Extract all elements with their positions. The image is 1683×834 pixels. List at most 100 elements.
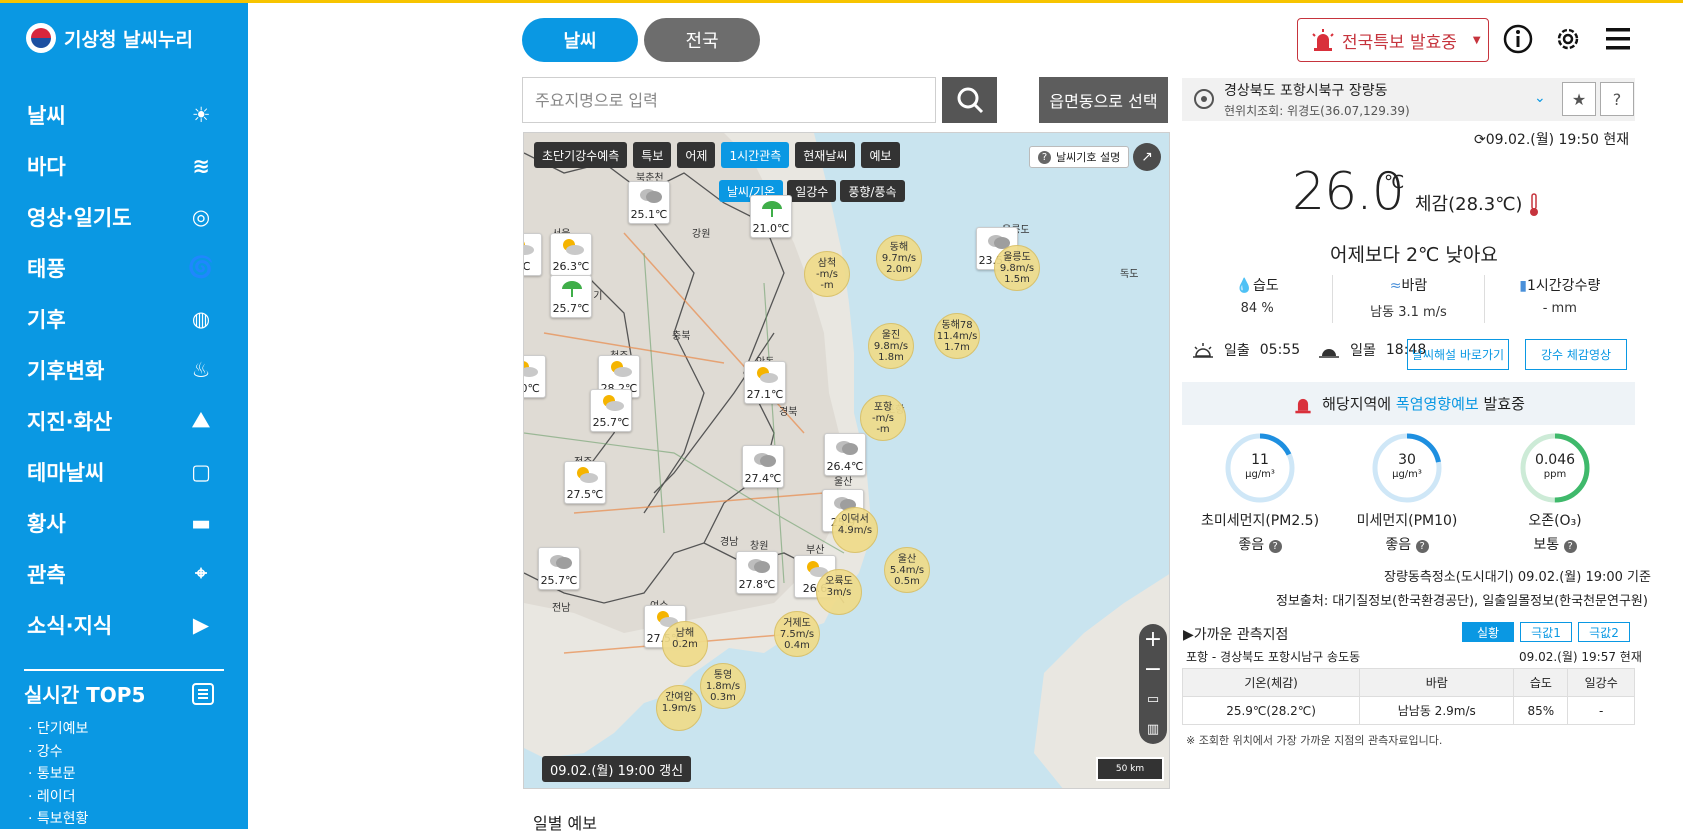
nearby-note: ※ 조회한 위치에서 가장 가까운 지점의 관측자료입니다. (1186, 734, 1443, 747)
sea-station[interactable]: 울릉도 9.8m/s 1.5m (994, 245, 1040, 291)
brand-name: 기상청 날씨누리 (64, 28, 193, 51)
question-icon[interactable]: ? (1415, 540, 1429, 553)
question-icon[interactable]: ? (1268, 540, 1282, 553)
map-tab[interactable]: 현재날씨 (795, 142, 856, 168)
sidebar-item-0[interactable]: 날씨 ☀ (0, 89, 248, 140)
nearby-tab[interactable]: 실황 (1462, 622, 1514, 642)
current-time: ⟳09.02.(월) 19:50 현재 (1474, 132, 1630, 148)
air-gauge[interactable]: 30 μg/m³ 미세먼지(PM10) 좋음 ? (1337, 432, 1477, 554)
weather-explain-button[interactable]: 날씨해설 바로가기 (1407, 339, 1509, 370)
nationwide-alert-button[interactable]: 전국특보 발효중 ▼ (1297, 18, 1489, 62)
sea-station[interactable]: 남해 0.2m (662, 621, 708, 667)
map-subtab[interactable]: 일강수 (787, 180, 837, 202)
map-tab[interactable]: 1시간관측 (721, 142, 790, 168)
cloudy-icon (833, 437, 859, 457)
sidebar-item-2[interactable]: 영상·일기도 ◎ (0, 191, 248, 242)
sea-station[interactable]: 동해 9.7m/s 2.0m (876, 235, 922, 281)
weather-map[interactable]: 초단기강수예측 특보 어제 1시간관측 현재날씨 예보 날씨/기온 일강수 풍향/풍속 ? 날… (523, 132, 1170, 789)
top5-header[interactable]: 실시간 TOP5 (24, 679, 224, 708)
rain-video-button[interactable]: 강수 체감영상 (1525, 339, 1627, 370)
top5-item[interactable]: 레이더 (24, 786, 224, 809)
sidebar-item-9[interactable]: 관측 ⌖ (0, 548, 248, 599)
nearby-tab[interactable]: 극값2 (1578, 622, 1630, 642)
tab-nation[interactable]: 전국 (644, 18, 760, 62)
air-gauge[interactable]: 11 μg/m³ 초미세먼지(PM2.5) 좋음 ? (1190, 432, 1330, 554)
sea-station[interactable]: 오륙도 3m/s (816, 569, 862, 615)
map-tab[interactable]: 특보 (633, 142, 672, 168)
yesterday-compare: 어제보다 2℃ 낮아요 (1330, 244, 1498, 266)
station-temp: 27.4℃ (744, 472, 782, 485)
hamburger-menu-icon[interactable] (1601, 22, 1635, 56)
sea-station[interactable]: 통영 1.8m/s 0.3m (700, 663, 746, 709)
search-input[interactable] (522, 77, 936, 123)
sea-station[interactable]: 울진 9.8m/s 1.8m (868, 323, 914, 369)
refresh-icon[interactable]: ⟳ (1474, 132, 1486, 148)
sea-station[interactable]: 동해78 11.4m/s 1.7m (934, 313, 980, 359)
question-icon[interactable]: ? (1563, 540, 1577, 553)
sea-station[interactable]: 삼척 -m/s -m (804, 251, 850, 297)
land-station[interactable]: 21.0℃ (750, 195, 792, 238)
land-station[interactable]: 25.7℃ (550, 275, 592, 318)
ruler-icon[interactable]: ▭ (1139, 684, 1167, 714)
sidebar-item-3[interactable]: 태풍 🌀 (0, 242, 248, 293)
sidebar-item-1[interactable]: 바다 ≋ (0, 140, 248, 191)
target-location-icon[interactable] (1194, 89, 1214, 109)
land-station[interactable]: 5.0℃ (524, 355, 546, 398)
land-station[interactable]: 1℃ (524, 233, 542, 276)
tab-weather[interactable]: 날씨 (522, 18, 638, 62)
map-tab[interactable]: 어제 (677, 142, 716, 168)
map-tab[interactable]: 예보 (861, 142, 900, 168)
zoom-out-button[interactable]: − (1139, 654, 1167, 684)
region-select-button[interactable]: 읍면동으로 선택 (1039, 77, 1168, 123)
sea-station-name: 오륙도 (825, 576, 853, 587)
zoom-in-button[interactable]: + (1139, 624, 1167, 654)
sidebar-item-7[interactable]: 테마날씨 ▢ (0, 446, 248, 497)
land-station[interactable]: 27.4℃ (742, 445, 784, 488)
map-subtab[interactable]: 풍향/풍속 (840, 180, 905, 202)
sea-station[interactable]: 울산 5.4m/s 0.5m (884, 547, 930, 593)
legend-button[interactable]: ? 날씨기호 설명 (1029, 146, 1130, 168)
sea-station[interactable]: 거제도 7.5m/s 0.4m (774, 611, 820, 657)
map-tab[interactable]: 초단기강수예측 (534, 142, 628, 168)
nearby-tab[interactable]: 극값1 (1520, 622, 1572, 642)
chevron-down-icon[interactable]: ⌄ (1534, 90, 1546, 106)
top5-item[interactable]: 특보현황 (24, 808, 224, 831)
droplet-icon: 💧 (1235, 278, 1253, 294)
location-bar[interactable]: 경상북도 포항시북구 장량동 현위치조회: 위경도(36.07,129.39) … (1182, 78, 1635, 121)
land-station[interactable]: 25.7℃ (538, 547, 580, 590)
rain-icon (759, 199, 785, 219)
land-station[interactable]: 25.7℃ (590, 389, 632, 432)
sea-station[interactable]: 이덕서 4.9m/s (832, 507, 878, 553)
help-question-icon[interactable]: ? (1600, 82, 1634, 116)
heat-alert-banner[interactable]: 해당지역에 폭염영향예보 발효중 (1182, 382, 1635, 425)
top5-item[interactable]: 통보문 (24, 763, 224, 786)
search-button[interactable] (942, 77, 997, 123)
land-station[interactable]: 27.1℃ (744, 361, 786, 404)
brand-logo[interactable]: 기상청 날씨누리 (26, 23, 193, 53)
info-icon[interactable] (1501, 22, 1535, 56)
top5-item[interactable]: 강수 (24, 741, 224, 764)
sidebar-item-8[interactable]: 황사 ▬ (0, 497, 248, 548)
sea-station[interactable]: 포항 -m/s -m (860, 395, 906, 441)
external-link-icon[interactable]: ↗ (1133, 143, 1161, 171)
layers-icon[interactable]: ▥ (1139, 714, 1167, 744)
rain-gauge-icon: ▮ (1519, 278, 1528, 294)
land-station[interactable]: 27.8℃ (736, 551, 778, 594)
gauge-unit: ppm (1543, 469, 1567, 480)
sidebar-item-4[interactable]: 기후 ◍ (0, 293, 248, 344)
air-gauge[interactable]: 0.046 ppm 오존(O₃) 보통 ? (1485, 432, 1625, 554)
land-station[interactable]: 26.4℃ (824, 433, 866, 476)
sea-station[interactable]: 간여암 1.9m/s (656, 685, 702, 731)
land-station[interactable]: 25.1℃ (628, 181, 670, 224)
sidebar-item-10[interactable]: 소식·지식 ▶ (0, 599, 248, 650)
sidebar-item-6[interactable]: 지진·화산 ⛰ (0, 395, 248, 446)
top5-item[interactable]: 단기예보 (24, 718, 224, 741)
station-temp: 21.0℃ (752, 222, 790, 235)
sidebar-item-5[interactable]: 기후변화 ♨ (0, 344, 248, 395)
land-station[interactable]: 26.3℃ (550, 233, 592, 276)
sunrise-label: 일출 (1224, 343, 1250, 359)
land-station[interactable]: 27.5℃ (564, 461, 606, 504)
gear-icon[interactable] (1551, 22, 1585, 56)
favorite-star-icon[interactable]: ★ (1562, 82, 1596, 116)
heat-alert-link[interactable]: 폭염영향예보 (1396, 395, 1479, 413)
